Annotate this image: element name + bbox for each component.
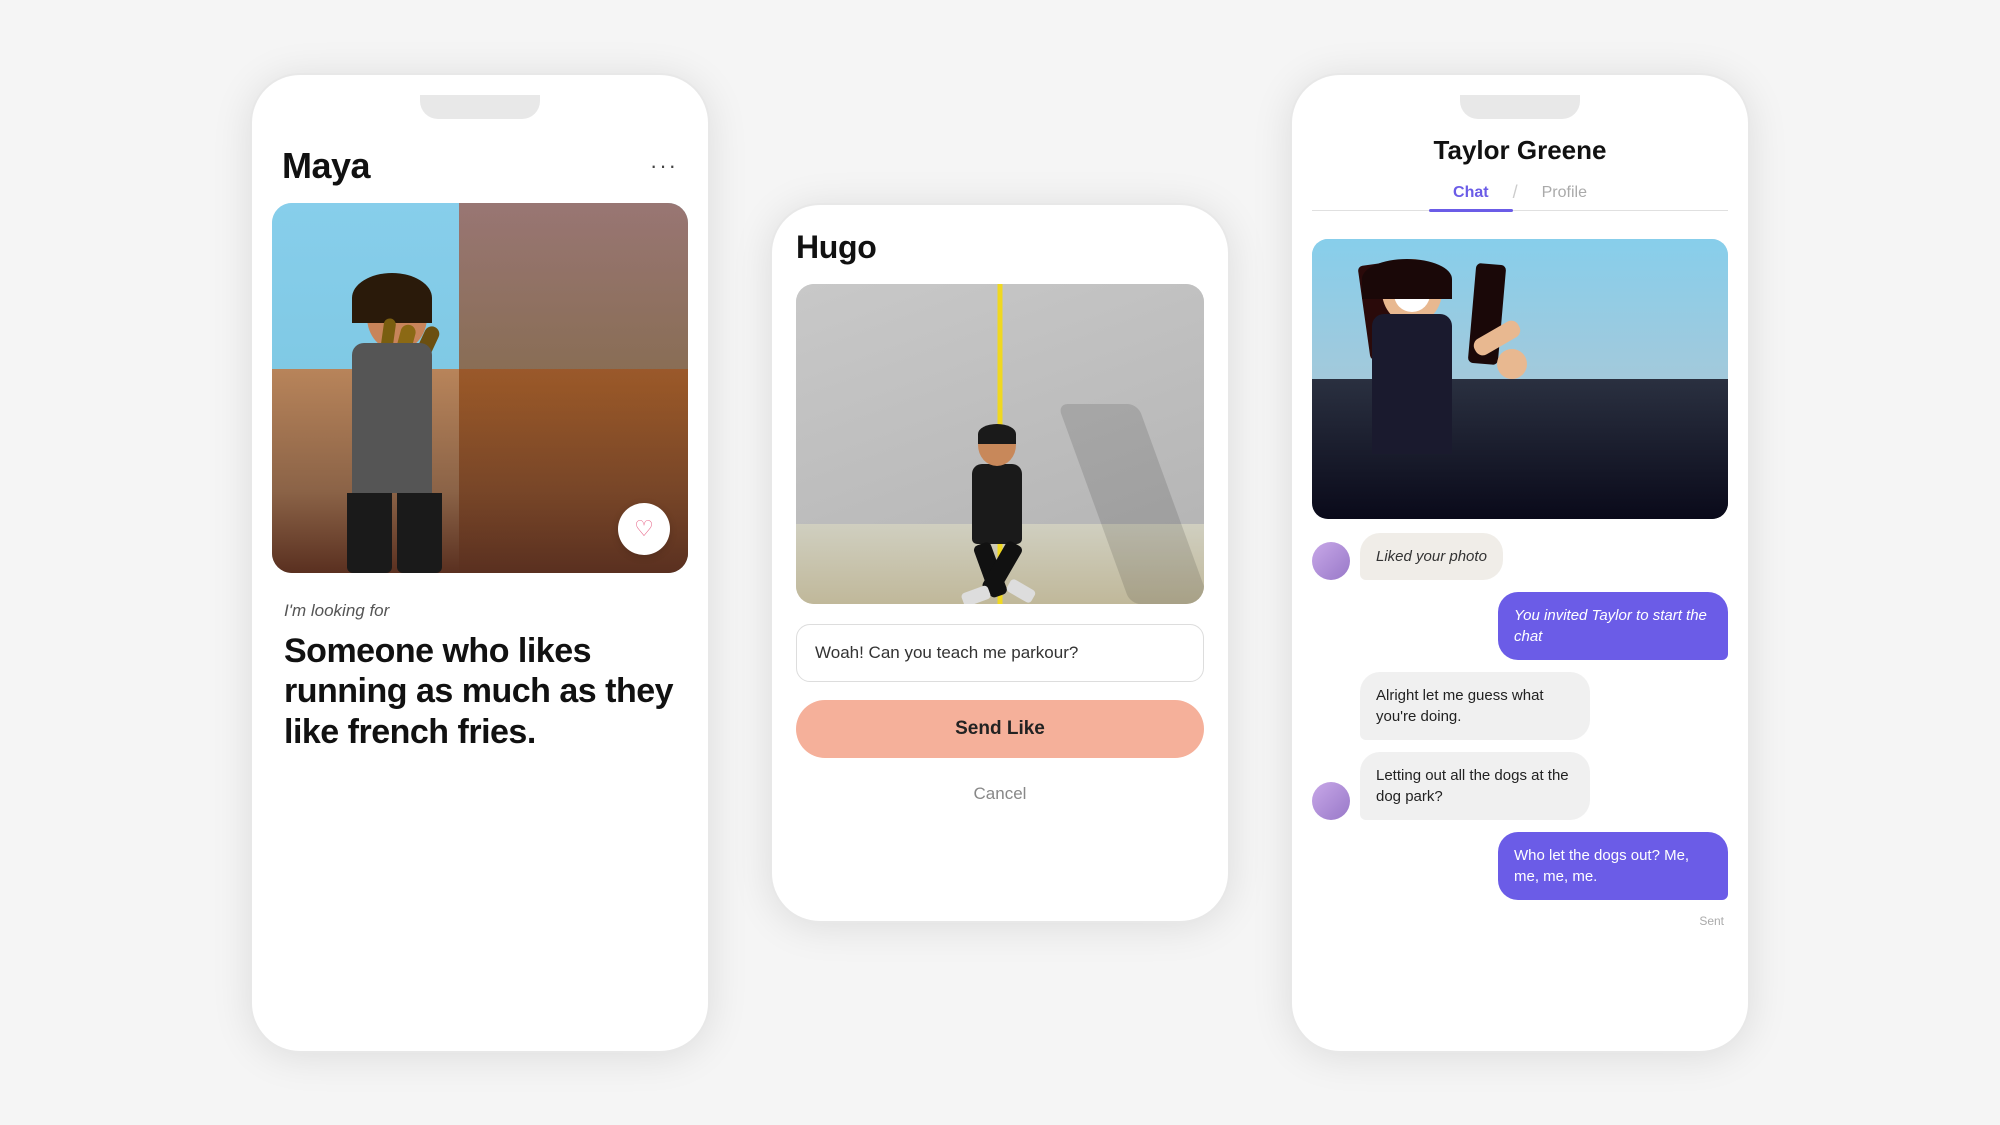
chat-header: Taylor Greene Chat / Profile <box>1312 135 1728 227</box>
message-guess: Alright let me guess what you're doing. <box>1312 672 1728 740</box>
notch-3 <box>1460 95 1580 119</box>
more-options-button[interactable]: ··· <box>650 153 678 179</box>
like-button[interactable]: ♡ <box>618 503 670 555</box>
chat-tabs: Chat / Profile <box>1312 176 1728 211</box>
hugo-photo <box>796 284 1204 604</box>
liked-photo-text: Liked your photo <box>1376 548 1487 565</box>
phone-taylor: Taylor Greene Chat / Profile <box>1290 73 1750 1053</box>
message-liked-photo: Liked your photo <box>1312 533 1728 580</box>
taylor-avatar-2 <box>1312 782 1350 820</box>
heart-icon: ♡ <box>634 516 654 542</box>
chat-messages: Liked your photo You invited Taylor to s… <box>1312 533 1728 1031</box>
send-like-button[interactable]: Send Like <box>796 700 1204 758</box>
taylor-figure <box>1342 259 1522 519</box>
profile-name: Maya <box>282 145 370 187</box>
who-let-text: Who let the dogs out? Me, me, me, me. <box>1514 847 1689 885</box>
dogs-text: Letting out all the dogs at the dog park… <box>1376 767 1569 805</box>
bio-label: I'm looking for <box>284 601 676 621</box>
message-input[interactable]: Woah! Can you teach me parkour? <box>796 624 1204 682</box>
phone-hugo: Hugo Woah! Can you teach <box>770 203 1230 923</box>
hugo-title: Hugo <box>796 229 1204 266</box>
profile-header: Maya ··· <box>272 135 688 203</box>
message-dogs: Letting out all the dogs at the dog park… <box>1312 752 1728 820</box>
guess-text: Alright let me guess what you're doing. <box>1376 687 1544 725</box>
bio-section: I'm looking for Someone who likes runnin… <box>272 573 688 763</box>
sent-label: Sent <box>1312 914 1728 928</box>
system-invite-text: You invited Taylor to start the chat <box>1514 607 1707 645</box>
dogs-bubble: Letting out all the dogs at the dog park… <box>1360 752 1590 820</box>
message-system-invite: You invited Taylor to start the chat <box>1312 592 1728 660</box>
taylor-profile-photo <box>1312 239 1728 519</box>
phone-maya: Maya ··· ♡ I'm looking for Someone who l… <box>250 73 710 1053</box>
profile-photo: ♡ <box>272 203 688 573</box>
who-let-bubble: Who let the dogs out? Me, me, me, me. <box>1498 832 1728 900</box>
tab-chat[interactable]: Chat <box>1429 176 1513 210</box>
message-who-let: Who let the dogs out? Me, me, me, me. <box>1312 832 1728 900</box>
taylor-avatar <box>1312 542 1350 580</box>
bio-text: Someone who likes running as much as the… <box>284 631 676 753</box>
guess-bubble: Alright let me guess what you're doing. <box>1360 672 1590 740</box>
liked-photo-bubble: Liked your photo <box>1360 533 1503 580</box>
notch-1 <box>420 95 540 119</box>
cancel-button[interactable]: Cancel <box>796 776 1204 812</box>
system-invite-bubble: You invited Taylor to start the chat <box>1498 592 1728 660</box>
message-text: Woah! Can you teach me parkour? <box>815 643 1078 662</box>
tab-profile[interactable]: Profile <box>1518 176 1611 210</box>
hugo-figure <box>967 424 1027 544</box>
chat-contact-name: Taylor Greene <box>1312 135 1728 166</box>
